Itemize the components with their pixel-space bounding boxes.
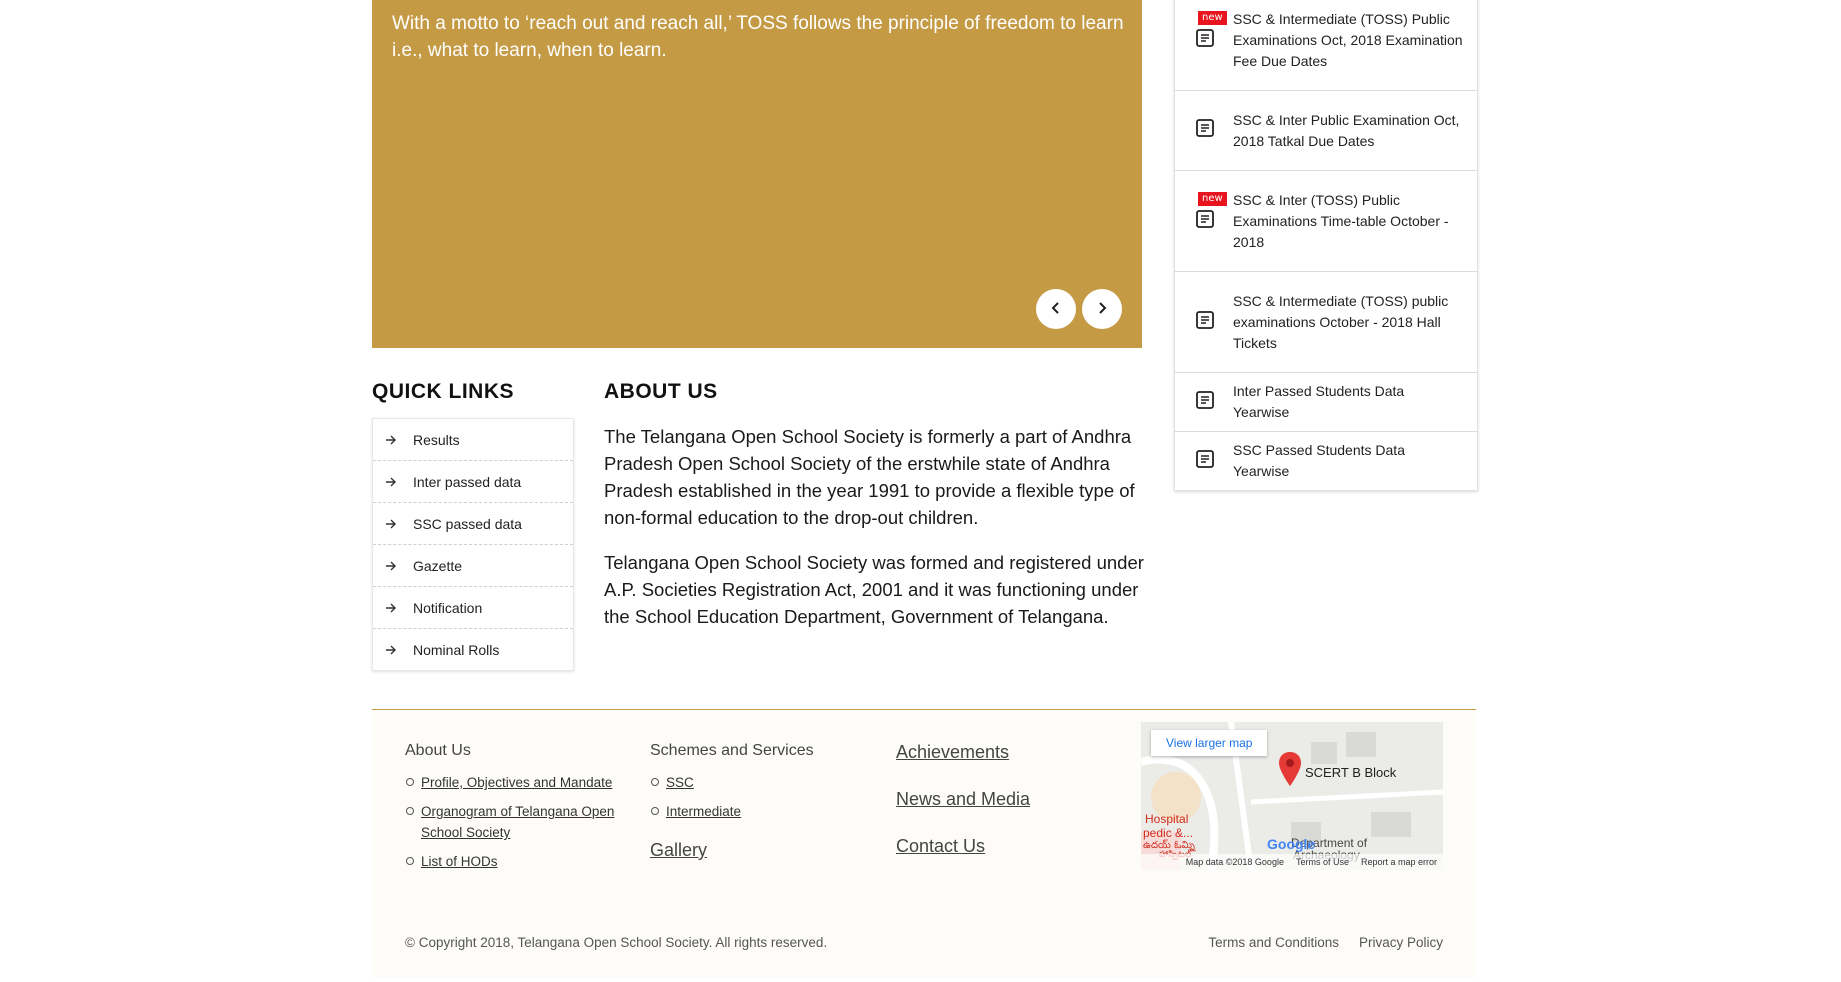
notification-item[interactable]: Inter Passed Students Data Yearwise [1175,373,1477,432]
circle-bullet-icon [651,778,659,786]
quick-link-inter-passed-data[interactable]: Inter passed data [373,461,573,503]
footer-list-item: SSC [650,772,870,793]
arrow-right-icon [385,434,401,446]
map-label-pedic: pedic &... [1143,826,1194,840]
map-report-link[interactable]: Report a map error [1361,857,1437,867]
google-logo: Google [1267,836,1316,852]
map-label-hospital: Hospital [1145,812,1189,826]
slider-prev-button[interactable] [1036,289,1076,329]
document-icon [1195,449,1215,474]
footer: About Us Profile, Objectives and Mandate… [372,709,1476,978]
about-us-text: The Telangana Open School Society is for… [604,423,1144,648]
footer-col-schemes: Schemes and Services SSC Intermediate Ga… [650,742,870,861]
notification-text: Inter Passed Students Data Yearwise [1233,383,1405,420]
quick-links-list: Results Inter passed data SSC passed dat… [372,418,574,671]
map-data-text: Map data ©2018 Google [1185,857,1284,867]
document-icon [1195,310,1215,335]
notification-text: SSC & Intermediate (TOSS) Public Examina… [1233,11,1463,69]
arrow-right-icon [385,518,401,530]
chevron-right-icon [1095,301,1109,318]
legal-links: Terms and Conditions Privacy Policy [1208,935,1443,950]
footer-col-about: About Us Profile, Objectives and Mandate… [405,742,625,880]
quick-link-ssc-passed-data[interactable]: SSC passed data [373,503,573,545]
quick-link-label: Notification [413,599,483,616]
quick-link-label: Results [413,431,460,448]
notification-item[interactable]: SSC & Intermediate (TOSS) public examina… [1175,272,1477,373]
quick-link-label: Gazette [413,557,463,574]
footer-list-item: Profile, Objectives and Mandate [405,772,625,793]
view-larger-map-link[interactable]: View larger map [1151,730,1268,756]
footer-link-intermediate[interactable]: Intermediate [666,804,741,819]
map-attribution-bar: Map data ©2018 Google Terms of Use Repor… [1141,854,1443,870]
privacy-link[interactable]: Privacy Policy [1359,935,1443,950]
quick-links-title: QUICK LINKS [372,380,514,403]
notification-item[interactable]: new SSC & Inter (TOSS) Public Examinatio… [1175,171,1477,272]
footer-link-ssc[interactable]: SSC [666,775,694,790]
about-us-title: ABOUT US [604,380,718,403]
document-icon [1195,28,1215,53]
footer-list-item: Organogram of Telangana Open School Soci… [405,801,625,843]
banner-text: With a motto to ‘reach out and reach all… [392,13,1124,61]
arrow-right-icon [385,476,401,488]
footer-heading-about: About Us [405,742,471,759]
footer-list-item: List of HODs [405,851,625,872]
quick-link-label: SSC passed data [413,515,522,532]
page-container: With a motto to ‘reach out and reach all… [372,0,1478,982]
document-icon [1195,118,1215,143]
map-place-label: SCERT B Block [1305,765,1397,780]
footer-link-profile[interactable]: Profile, Objectives and Mandate [421,775,612,790]
footer-col-misc: Achievements News and Media Contact Us [896,742,1116,857]
arrow-right-icon [385,560,401,572]
notification-item[interactable]: SSC Passed Students Data Yearwise [1175,432,1477,490]
quick-link-notification[interactable]: Notification [373,587,573,629]
hero-banner: With a motto to ‘reach out and reach all… [372,0,1142,348]
quick-link-label: Inter passed data [413,473,522,490]
notifications-panel: new SSC & Intermediate (TOSS) Public Exa… [1174,0,1478,491]
arrow-right-icon [385,602,401,614]
chevron-left-icon [1049,301,1063,318]
map-terms-link[interactable]: Terms of Use [1296,857,1349,867]
footer-link-organogram[interactable]: Organogram of Telangana Open School Soci… [421,804,614,840]
notification-item[interactable]: SSC & Inter Public Examination Oct, 2018… [1175,91,1477,171]
document-icon [1195,209,1215,234]
location-map[interactable]: View larger map SCERT B Block Hospital p… [1141,722,1443,870]
arrow-right-icon [385,644,401,656]
quick-link-gazette[interactable]: Gazette [373,545,573,587]
terms-link[interactable]: Terms and Conditions [1208,935,1339,950]
circle-bullet-icon [651,807,659,815]
footer-link-news-media[interactable]: News and Media [896,789,1116,810]
quick-link-results[interactable]: Results [373,419,573,461]
about-paragraph: Telangana Open School Society was formed… [604,552,1144,627]
footer-list-item: Intermediate [650,801,870,822]
notification-item[interactable]: new SSC & Intermediate (TOSS) Public Exa… [1175,0,1477,91]
quick-link-nominal-rolls[interactable]: Nominal Rolls [373,629,573,670]
document-icon [1195,390,1215,415]
about-paragraph: The Telangana Open School Society is for… [604,426,1135,528]
notification-text: SSC & Intermediate (TOSS) public examina… [1233,292,1449,351]
footer-link-gallery[interactable]: Gallery [650,840,870,861]
new-badge: new [1198,11,1227,25]
circle-bullet-icon [406,807,414,815]
copyright-text: © Copyright 2018, Telangana Open School … [405,935,828,950]
notification-text: SSC & Inter (TOSS) Public Examinations T… [1233,191,1449,250]
map-pin-icon [1279,752,1301,791]
footer-link-hods[interactable]: List of HODs [421,854,498,869]
slider-next-button[interactable] [1082,289,1122,329]
notification-text: SSC Passed Students Data Yearwise [1233,442,1405,479]
footer-heading-schemes: Schemes and Services [650,742,814,759]
new-badge: new [1198,191,1227,206]
quick-link-label: Nominal Rolls [413,641,500,658]
circle-bullet-icon [406,857,414,865]
notification-text: SSC & Inter Public Examination Oct, 2018… [1233,111,1460,149]
footer-link-contact-us[interactable]: Contact Us [896,836,1116,857]
circle-bullet-icon [406,778,414,786]
footer-link-achievements[interactable]: Achievements [896,742,1116,763]
